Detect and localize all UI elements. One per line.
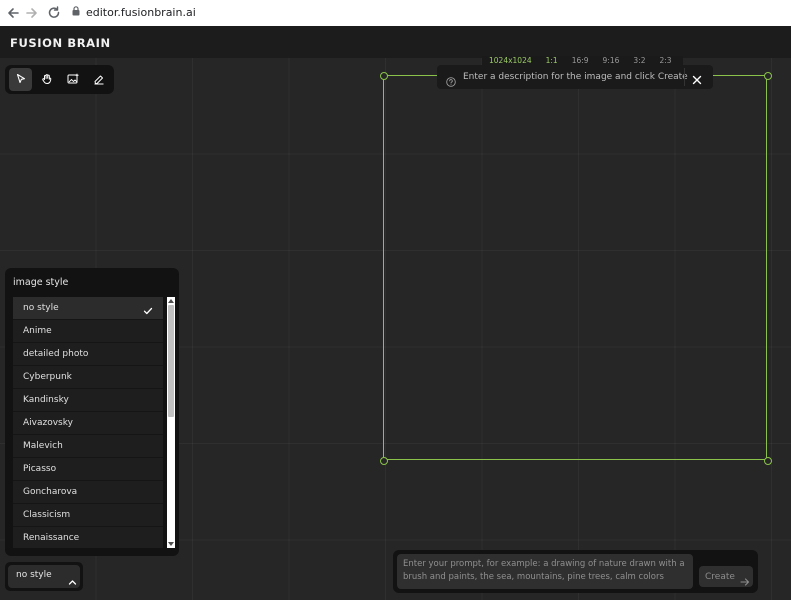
reload-icon[interactable]	[46, 5, 62, 21]
arrow-right-icon	[740, 572, 750, 586]
style-option-anime[interactable]: Anime	[13, 320, 163, 343]
style-option-classicism[interactable]: Classicism	[13, 504, 163, 527]
hint-text: Enter a description for the image and cl…	[463, 72, 688, 82]
style-option-aivazovsky[interactable]: Aivazovsky	[13, 412, 163, 435]
style-option-malevich[interactable]: Malevich	[13, 435, 163, 458]
select-tool-button[interactable]	[9, 68, 32, 91]
style-option-label: Aivazovsky	[23, 418, 73, 428]
create-button[interactable]: Create	[699, 566, 753, 587]
style-option-picasso[interactable]: Picasso	[13, 458, 163, 481]
style-list[interactable]: no style Anime detailed photo Cyberpunk …	[13, 297, 163, 548]
style-option-detailed-photo[interactable]: detailed photo	[13, 343, 163, 366]
style-list-scrollbar[interactable]	[167, 297, 175, 548]
style-option-goncharova[interactable]: Goncharova	[13, 481, 163, 504]
scroll-up-arrow-icon[interactable]	[167, 297, 175, 305]
panel-title: image style	[13, 277, 69, 288]
style-option-label: Renaissance	[23, 533, 80, 543]
eraser-tool-button[interactable]	[87, 68, 110, 91]
hand-tool-button[interactable]	[35, 68, 58, 91]
style-selector-label: no style	[16, 570, 52, 580]
style-option-label: Malevich	[23, 441, 63, 451]
style-option-cyberpunk[interactable]: Cyberpunk	[13, 366, 163, 389]
generation-frame[interactable]	[383, 75, 767, 460]
style-option-label: Cyberpunk	[23, 372, 72, 382]
resize-handle-bottom-right[interactable]	[764, 457, 772, 465]
resize-handle-top-right[interactable]	[764, 72, 772, 80]
chevron-up-icon	[68, 572, 77, 585]
style-selector-button[interactable]: no style	[8, 565, 80, 588]
close-icon[interactable]	[691, 71, 703, 85]
checkmark-icon	[143, 303, 153, 315]
lock-icon	[72, 4, 80, 22]
back-arrow-icon[interactable]	[5, 5, 21, 21]
style-option-renaissance[interactable]: Renaissance	[13, 527, 163, 548]
prompt-panel: Enter your prompt, for example: a drawin…	[393, 550, 758, 593]
address-bar[interactable]: editor.fusionbrain.ai	[72, 4, 196, 22]
hint-tooltip: Enter a description for the image and cl…	[437, 65, 713, 89]
style-option-label: Picasso	[23, 464, 57, 474]
help-icon	[446, 72, 456, 87]
browser-toolbar: editor.fusionbrain.ai	[0, 0, 791, 27]
eraser-icon	[93, 70, 105, 89]
style-option-label: Goncharova	[23, 487, 78, 497]
scrollbar-thumb[interactable]	[168, 305, 174, 417]
url-text: editor.fusionbrain.ai	[86, 6, 196, 19]
style-option-label: detailed photo	[23, 349, 89, 359]
style-option-label: Anime	[23, 326, 52, 336]
style-option-kandinsky[interactable]: Kandinsky	[13, 389, 163, 412]
style-selector-container: no style	[5, 562, 83, 591]
prompt-input[interactable]: Enter your prompt, for example: a drawin…	[397, 554, 693, 589]
style-option-label: Classicism	[23, 510, 71, 520]
forward-arrow-icon[interactable]	[24, 5, 40, 21]
app-header: FUSION BRAIN	[0, 26, 791, 58]
hand-icon	[41, 70, 53, 89]
style-option-no-style[interactable]: no style	[13, 297, 163, 320]
create-label: Create	[705, 571, 735, 582]
style-option-label: Kandinsky	[23, 395, 69, 405]
divider	[684, 68, 685, 86]
cursor-arrow-icon	[15, 70, 27, 89]
resize-handle-top-left[interactable]	[380, 72, 388, 80]
style-option-label: no style	[23, 303, 59, 313]
image-style-panel: image style no style Anime detailed phot…	[5, 268, 179, 556]
resize-handle-bottom-left[interactable]	[380, 457, 388, 465]
add-image-icon	[67, 70, 79, 89]
scroll-down-arrow-icon[interactable]	[167, 540, 175, 548]
tool-panel	[5, 65, 114, 94]
add-image-tool-button[interactable]	[61, 68, 84, 91]
brand-logo[interactable]: FUSION BRAIN	[10, 36, 111, 50]
